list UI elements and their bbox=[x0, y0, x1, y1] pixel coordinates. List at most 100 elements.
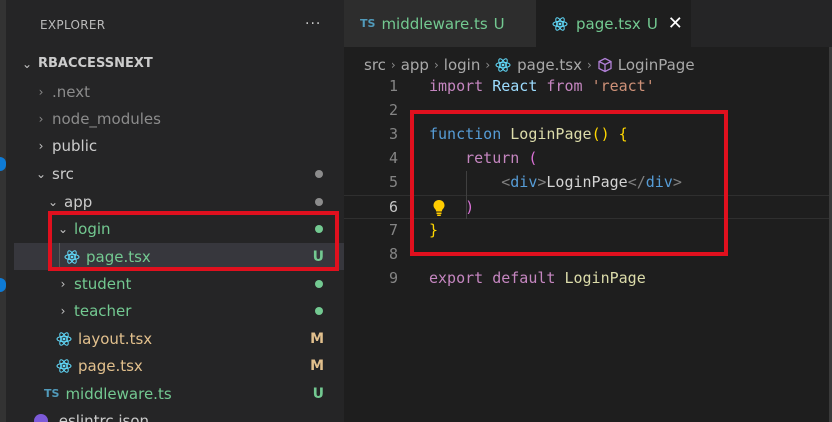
line-number: 7 bbox=[388, 221, 398, 239]
activity-bar-edge bbox=[0, 0, 6, 422]
tree-item-label: student bbox=[74, 274, 132, 293]
untracked-dot-icon bbox=[315, 279, 323, 288]
typescript-icon: TS bbox=[44, 387, 60, 400]
chevron-down-icon: ⌄ bbox=[35, 166, 47, 181]
tree-item-student[interactable]: › student bbox=[56, 270, 344, 297]
tab-page-tsx[interactable]: page.tsx U ✕ bbox=[536, 0, 691, 47]
activity-badge[interactable] bbox=[0, 278, 6, 292]
chevron-down-icon: ⌄ bbox=[47, 194, 59, 209]
workspace-root-folder[interactable]: ⌄ RBACCESSNEXT bbox=[20, 50, 350, 77]
code-line: 2 bbox=[344, 99, 832, 123]
close-icon[interactable]: ✕ bbox=[668, 13, 683, 34]
react-icon bbox=[495, 58, 511, 72]
chevron-right-icon: › bbox=[485, 58, 491, 72]
tree-item-teacher[interactable]: › teacher bbox=[56, 297, 344, 324]
untracked-badge: U bbox=[312, 248, 324, 265]
line-number: 1 bbox=[388, 77, 398, 95]
breadcrumb-app[interactable]: app bbox=[401, 56, 429, 74]
close-brace: } bbox=[429, 221, 439, 239]
jsx-text: LoginPage bbox=[546, 173, 628, 191]
function-name: LoginPage bbox=[510, 125, 592, 143]
chevron-right-icon: › bbox=[60, 303, 66, 318]
more-actions-icon[interactable]: ··· bbox=[305, 16, 321, 32]
line-number: 2 bbox=[388, 101, 398, 119]
keyword-default: default bbox=[492, 269, 556, 287]
react-icon bbox=[552, 16, 568, 31]
tree-item-eslintrc[interactable]: .eslintrc.json bbox=[34, 407, 344, 422]
tree-item-app[interactable]: ⌄ app bbox=[46, 188, 344, 215]
chevron-down-icon: ⌄ bbox=[21, 56, 33, 71]
keyword-function: function bbox=[429, 125, 502, 143]
breadcrumb-src[interactable]: src bbox=[364, 56, 386, 74]
exported-name: LoginPage bbox=[564, 269, 646, 287]
react-icon bbox=[56, 358, 72, 373]
code-line: 1 import React from 'react' bbox=[344, 75, 832, 99]
tree-item-layout-tsx[interactable]: layout.tsx M bbox=[56, 325, 344, 352]
jsx-tag: div bbox=[645, 173, 673, 191]
keyword-export: export bbox=[429, 269, 484, 287]
breadcrumb-login[interactable]: login bbox=[444, 56, 481, 74]
tree-item-login-page-tsx[interactable]: page.tsx U bbox=[14, 243, 344, 270]
explorer-title: EXPLORER bbox=[40, 18, 106, 32]
tab-status-badge: U bbox=[646, 14, 658, 33]
untracked-dot-icon bbox=[315, 306, 323, 315]
chevron-right-icon: › bbox=[586, 58, 592, 72]
tree-item-label: .next bbox=[52, 82, 90, 101]
tree-item-label: layout.tsx bbox=[78, 329, 153, 348]
modified-badge: M bbox=[310, 330, 324, 347]
eslint-icon bbox=[34, 413, 48, 422]
code-line: 5 <div>LoginPage</div> bbox=[344, 171, 832, 195]
tree-item-label: node_modules bbox=[52, 109, 161, 128]
tree-item-middleware-ts[interactable]: TS middleware.ts U bbox=[44, 380, 344, 407]
tree-item-app-page-tsx[interactable]: page.tsx M bbox=[56, 352, 344, 379]
tree-item-label: page.tsx bbox=[78, 356, 143, 375]
indent-guide bbox=[59, 243, 60, 270]
code-line: 3 function LoginPage() { bbox=[344, 123, 832, 147]
tree-item-node-modules[interactable]: › node_modules bbox=[34, 105, 344, 132]
open-brace: { bbox=[618, 125, 628, 143]
code-editor[interactable]: 1 import React from 'react' 2 3 function… bbox=[344, 75, 832, 422]
keyword-return: return bbox=[465, 149, 520, 167]
modified-badge: M bbox=[310, 357, 324, 374]
chevron-right-icon: › bbox=[433, 58, 439, 72]
tree-item-label: src bbox=[52, 164, 74, 183]
tree-item-label: app bbox=[64, 192, 93, 211]
tab-label: middleware.ts bbox=[381, 14, 488, 33]
react-icon bbox=[56, 331, 72, 346]
string-module: 'react' bbox=[591, 77, 655, 95]
editor-tab-bar: TS middleware.ts U page.tsx U ✕ bbox=[344, 0, 832, 47]
untracked-badge: U bbox=[312, 385, 324, 402]
breadcrumb-file[interactable]: page.tsx bbox=[517, 56, 582, 74]
function-parens: () bbox=[591, 125, 610, 143]
identifier-react: React bbox=[492, 77, 538, 95]
code-line: 4 return ( bbox=[344, 147, 832, 171]
line-number: 3 bbox=[388, 125, 398, 143]
chevron-right-icon: › bbox=[38, 138, 44, 153]
breadcrumb-symbol[interactable]: LoginPage bbox=[618, 56, 695, 74]
jsx-tag: div bbox=[510, 173, 538, 191]
tree-item-src[interactable]: ⌄ src bbox=[34, 160, 344, 187]
code-line-current: 6 ) bbox=[344, 195, 832, 219]
explorer-sidebar: EXPLORER ··· ⌄ RBACCESSNEXT › .next › no… bbox=[0, 0, 344, 422]
tree-item-public[interactable]: › public bbox=[34, 132, 344, 159]
untracked-dot-icon bbox=[315, 224, 323, 233]
chevron-right-icon: › bbox=[60, 276, 66, 291]
chevron-right-icon: › bbox=[390, 58, 396, 72]
activity-badge[interactable] bbox=[0, 157, 6, 171]
tree-item-next[interactable]: › .next bbox=[34, 78, 344, 105]
line-number: 9 bbox=[388, 269, 398, 287]
tree-item-label: .eslintrc.json bbox=[54, 411, 150, 422]
open-paren: ( bbox=[528, 149, 538, 167]
symbol-method-icon bbox=[598, 57, 612, 73]
react-icon bbox=[64, 249, 80, 264]
tree-item-label: public bbox=[52, 136, 98, 155]
indent-guide bbox=[466, 171, 467, 219]
tree-item-label: page.tsx bbox=[86, 247, 151, 266]
tab-label: page.tsx bbox=[576, 14, 641, 33]
tree-item-login[interactable]: ⌄ login bbox=[56, 215, 344, 242]
tab-middleware-ts[interactable]: TS middleware.ts U bbox=[344, 0, 536, 47]
jsx-angle: > bbox=[672, 173, 682, 191]
tab-status-badge: U bbox=[493, 14, 505, 33]
tree-item-label: login bbox=[74, 219, 111, 238]
line-number: 4 bbox=[388, 149, 398, 167]
